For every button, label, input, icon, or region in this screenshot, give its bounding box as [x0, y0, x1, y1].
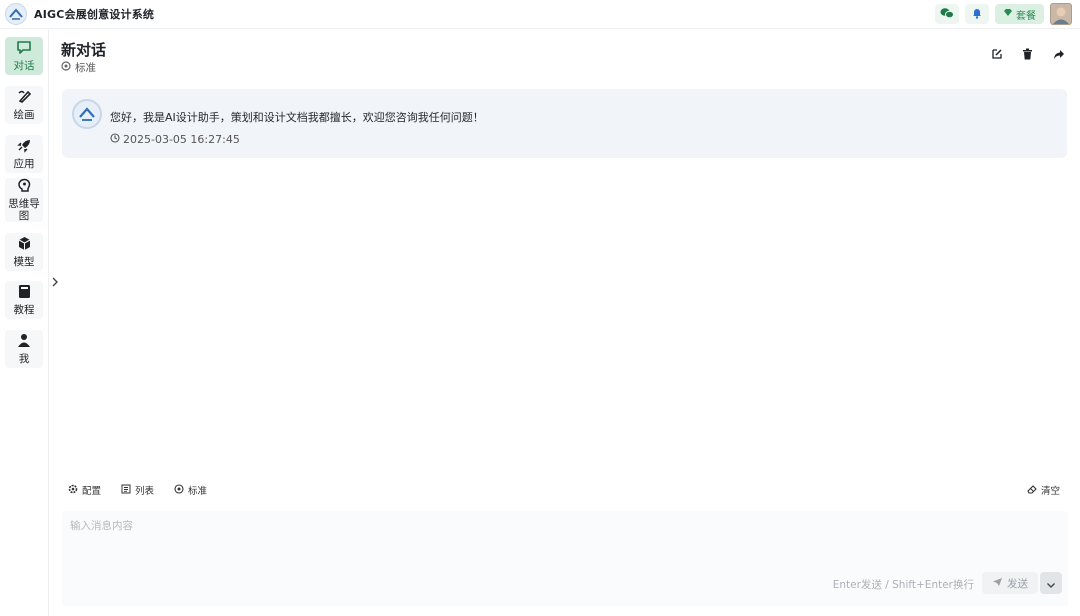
- sidebar-item-tutorials[interactable]: 教程: [5, 281, 43, 319]
- bell-icon: [971, 7, 983, 22]
- plan-label: 套餐: [1016, 10, 1036, 22]
- sidebar-item-label: 模型: [13, 256, 35, 268]
- sidebar-item-apps[interactable]: 应用: [5, 135, 43, 173]
- chat-title: 新对话: [61, 41, 107, 59]
- top-actions: 套餐: [935, 3, 1072, 25]
- list-button[interactable]: 列表: [121, 483, 154, 497]
- eraser-icon: [1027, 484, 1037, 497]
- message-time-label: 2025-03-05 16:27:45: [123, 133, 240, 146]
- list-icon: [121, 484, 131, 497]
- chevron-down-icon: [1046, 574, 1056, 593]
- message-text: 您好，我是AI设计助手，策划和设计文档我都擅长，欢迎您咨询我任何问题！: [110, 111, 484, 124]
- user-avatar[interactable]: [1050, 3, 1072, 25]
- brush-icon: [17, 89, 32, 107]
- chat-mode-label: 标准: [75, 62, 96, 74]
- mode-icon: [174, 483, 184, 497]
- wechat-button[interactable]: [935, 4, 959, 24]
- chat-mode: 标准: [61, 60, 96, 75]
- chat-panel: 新对话 标准 您好，我是AI设计助手，策划和设计文档我都擅长，欢迎您咨询我任何问: [50, 30, 1080, 616]
- send-options-button[interactable]: [1040, 572, 1062, 594]
- mode-label: 标准: [188, 486, 208, 497]
- sidebar-item-models[interactable]: 模型: [5, 233, 43, 271]
- sidebar-item-label: 教程: [13, 304, 35, 316]
- delete-button[interactable]: [1018, 45, 1037, 64]
- book-icon: [18, 284, 31, 302]
- user-icon: [17, 333, 31, 351]
- send-icon: [992, 577, 1003, 590]
- chat-header-actions: [987, 45, 1068, 64]
- sidebar-item-label: 思维导图: [8, 198, 40, 222]
- send-label: 发送: [1007, 577, 1028, 590]
- list-label: 列表: [135, 486, 155, 497]
- rocket-icon: [16, 138, 32, 156]
- chat-icon: [16, 40, 32, 58]
- app-logo[interactable]: [5, 3, 27, 25]
- assistant-avatar: [72, 99, 102, 129]
- diamond-icon: [1003, 8, 1013, 20]
- top-bar: AIGC会展创意设计系统 套餐: [0, 0, 1080, 29]
- brand: AIGC会展创意设计系统: [5, 3, 154, 25]
- sidebar-item-chat[interactable]: 对话: [5, 37, 43, 75]
- send-hint: Enter发送 / Shift+Enter换行: [832, 579, 974, 591]
- plan-button[interactable]: 套餐: [995, 4, 1044, 24]
- sidebar-item-label: 我: [18, 353, 30, 365]
- clear-button[interactable]: 清空: [1027, 483, 1060, 497]
- message-timestamp: 2025-03-05 16:27:45: [110, 133, 240, 146]
- sidebar: 对话 绘画 应用 思维导图 模型 教程 我: [0, 30, 49, 616]
- clear-label: 清空: [1040, 486, 1060, 497]
- wechat-icon: [940, 7, 954, 22]
- mindmap-icon: [17, 178, 32, 196]
- edit-button[interactable]: [987, 45, 1006, 64]
- config-button[interactable]: 配置: [68, 483, 101, 497]
- config-label: 配置: [82, 486, 102, 497]
- trash-icon: [1022, 45, 1033, 64]
- notification-button[interactable]: [965, 4, 989, 24]
- send-button[interactable]: 发送: [982, 572, 1038, 594]
- share-icon: [1053, 45, 1065, 64]
- sidebar-item-label: 应用: [13, 158, 35, 170]
- share-button[interactable]: [1049, 45, 1068, 64]
- mode-select-button[interactable]: 标准: [174, 483, 207, 497]
- sidebar-item-label: 对话: [13, 60, 35, 72]
- gear-icon: [68, 484, 78, 497]
- sidebar-item-drawing[interactable]: 绘画: [5, 86, 43, 124]
- app-title: AIGC会展创意设计系统: [34, 8, 155, 21]
- clock-icon: [110, 133, 120, 146]
- composer: Enter发送 / Shift+Enter换行 发送: [62, 511, 1068, 606]
- assistant-message: 您好，我是AI设计助手，策划和设计文档我都擅长，欢迎您咨询我任何问题！ 2025…: [62, 89, 1067, 158]
- sidebar-item-mindmap[interactable]: 思维导图: [5, 178, 43, 222]
- sidebar-item-label: 绘画: [13, 109, 35, 121]
- composer-toolbar: 配置 列表 标准: [68, 483, 207, 497]
- cube-icon: [17, 236, 32, 254]
- edit-icon: [991, 45, 1003, 64]
- sidebar-item-me[interactable]: 我: [5, 330, 43, 368]
- mode-icon: [61, 61, 71, 74]
- message-input[interactable]: [70, 517, 970, 535]
